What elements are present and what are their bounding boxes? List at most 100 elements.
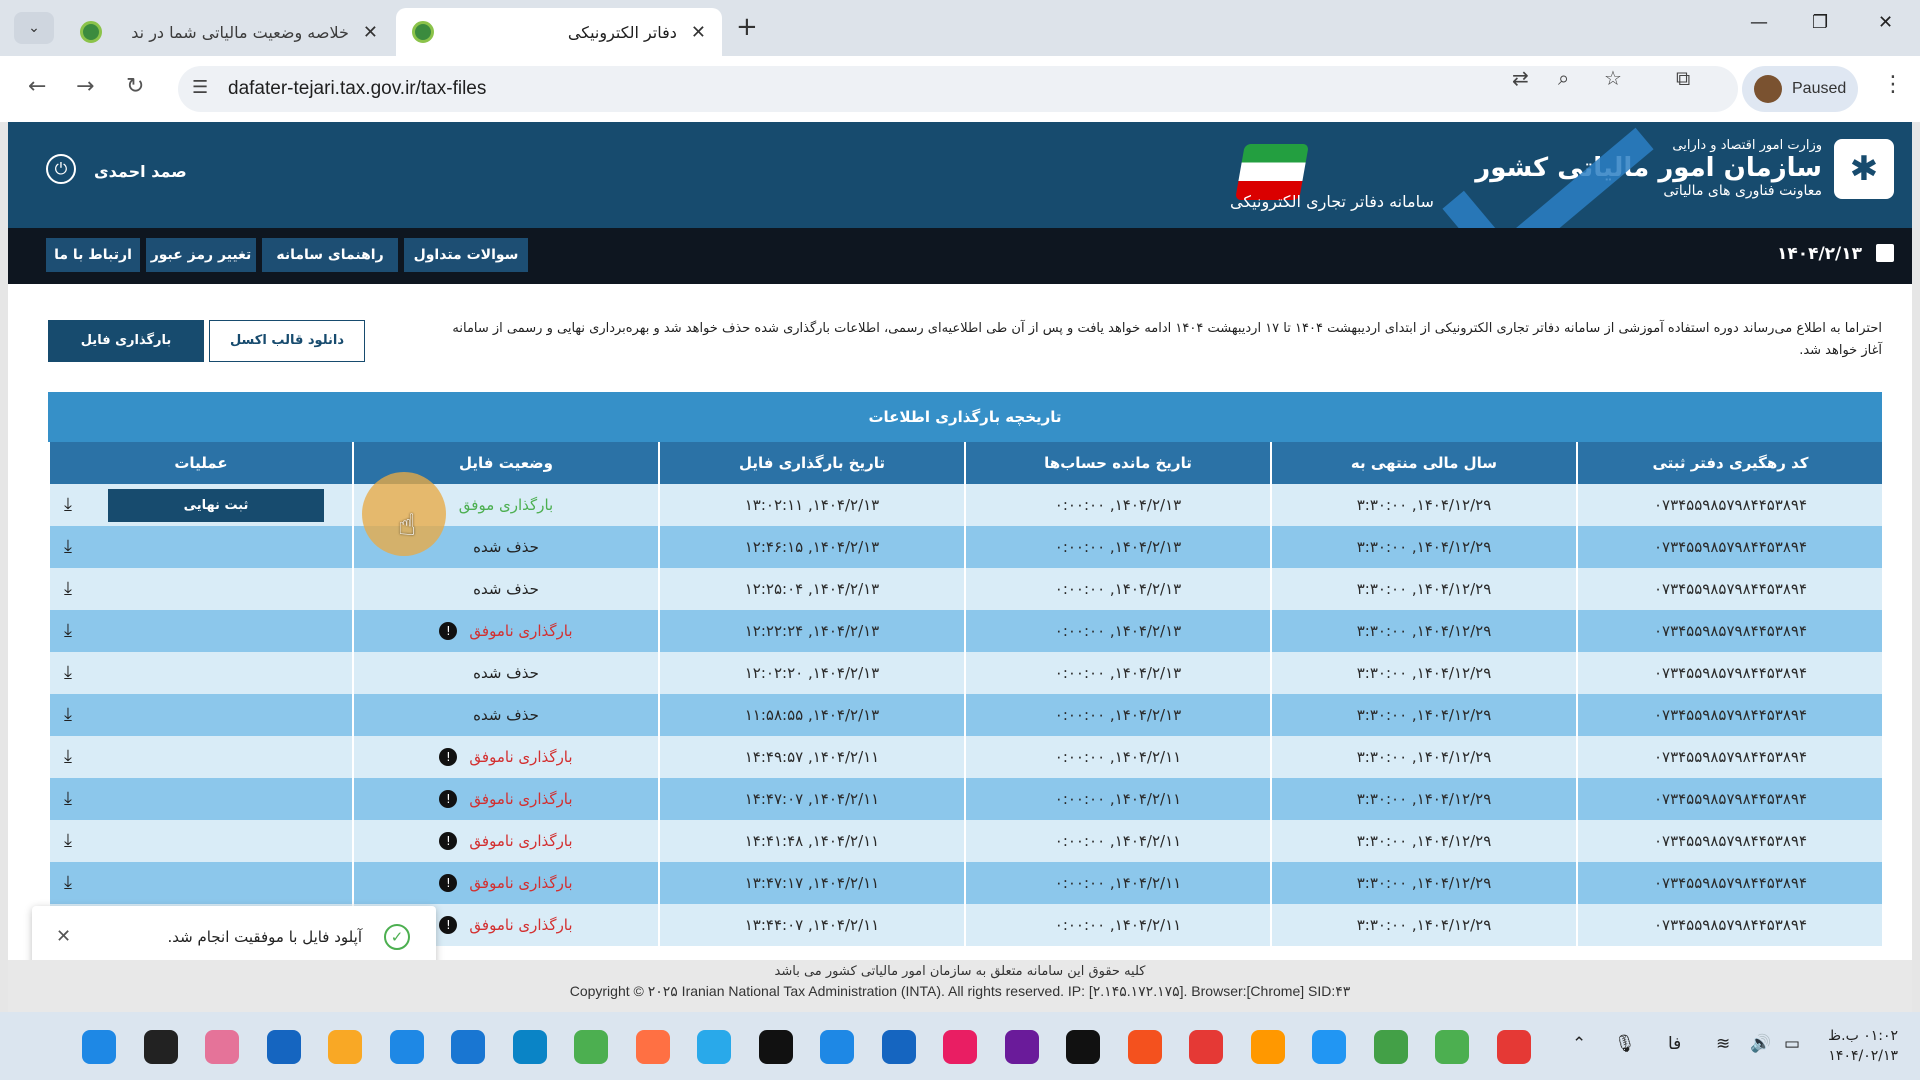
upload-date-cell-text: ۱۴۰۴/۲/۱۱, ۱۴:۴۹:۵۷ xyxy=(744,748,880,766)
microphone-icon[interactable]: 🎙 xyxy=(1614,1034,1636,1054)
nav-contact-us[interactable]: ارتباط با ما xyxy=(46,238,140,272)
taskbar-app-icon[interactable] xyxy=(1004,1030,1039,1064)
upload-file-button[interactable]: بارگذاری فایل xyxy=(48,320,204,362)
browser-tab-electronic-books[interactable]: دفاتر الکترونیکی ✕ xyxy=(396,8,722,56)
taskbar-app-icon[interactable] xyxy=(143,1030,178,1064)
battery-icon[interactable]: ▭ xyxy=(1784,1034,1800,1054)
taskbar-app-icon[interactable] xyxy=(82,1030,116,1064)
close-tab-icon[interactable]: ✕ xyxy=(363,22,378,43)
history-table: کد رهگیری دفتر ثبتی سال مالی منتهی به تا… xyxy=(48,442,1882,946)
file-status-cell-text: بارگذاری ناموفق xyxy=(469,621,573,640)
operations-cell: ⤓ xyxy=(48,568,353,610)
error-info-icon[interactable]: ! xyxy=(439,916,458,935)
taskbar-app-icon[interactable] xyxy=(205,1030,239,1064)
download-icon[interactable]: ⤓ xyxy=(64,830,72,851)
taskbar-app-icon[interactable] xyxy=(881,1030,916,1064)
forward-icon[interactable]: → xyxy=(76,74,94,99)
file-status-cell: بارگذاری ناموفق! xyxy=(352,736,659,778)
tracking-code-cell: ۰۷۳۴۵۵۹۸۵۷۹۸۴۴۵۳۸۹۴ xyxy=(1576,820,1882,862)
translate-icon[interactable]: ⇄ xyxy=(1512,66,1529,90)
profile-button[interactable]: Paused xyxy=(1742,66,1858,112)
restore-icon[interactable]: ❐ xyxy=(1812,12,1828,33)
error-info-icon[interactable]: ! xyxy=(439,832,458,851)
fiscal-year-cell: ۱۴۰۴/۱۲/۲۹, ۳:۳۰:۰۰ xyxy=(1270,610,1577,652)
close-tab-icon[interactable]: ✕ xyxy=(691,22,706,43)
address-bar[interactable]: ☰ dafater-tejari.tax.gov.ir/tax-files xyxy=(178,66,1738,112)
download-icon[interactable]: ⤓ xyxy=(64,536,72,557)
taskbar-app-icon[interactable] xyxy=(328,1030,362,1064)
finalize-button[interactable]: ثبت نهایی xyxy=(108,489,324,522)
volume-icon[interactable]: 🔊 xyxy=(1750,1034,1771,1054)
taskbar-app-icon[interactable] xyxy=(1066,1030,1100,1064)
taskbar-app-icon[interactable] xyxy=(389,1030,424,1064)
table-row: ۰۷۳۴۵۵۹۸۵۷۹۸۴۴۵۳۸۹۴ ۱۴۰۴/۱۲/۲۹, ۳:۳۰:۰۰ ۱۴… xyxy=(48,568,1882,610)
download-icon[interactable]: ⤓ xyxy=(64,662,72,683)
input-language[interactable]: فا xyxy=(1668,1034,1681,1054)
download-icon[interactable]: ⤓ xyxy=(64,578,72,599)
file-status-cell-text: بارگذاری ناموفق xyxy=(469,915,573,934)
fiscal-year-cell: ۱۴۰۴/۱۲/۲۹, ۳:۳۰:۰۰ xyxy=(1270,568,1577,610)
clock-date: ۱۴۰۴/۰۲/۱۳ xyxy=(1828,1048,1898,1064)
taskbar-app-icon[interactable] xyxy=(1250,1030,1285,1064)
download-excel-template-button[interactable]: دانلود قالب اکسل xyxy=(209,320,365,362)
logout-power-icon[interactable]: ⏻ xyxy=(46,154,76,184)
minimize-icon[interactable]: — xyxy=(1750,12,1768,33)
taskbar-app-icon[interactable] xyxy=(266,1030,301,1064)
browser-tab-tax-summary[interactable]: خلاصه وضعیت مالیاتی شما در ند ✕ xyxy=(64,8,394,56)
taskbar-app-icon[interactable] xyxy=(697,1030,731,1064)
taskbar-app-icon[interactable] xyxy=(1496,1030,1531,1064)
taskbar-app-icon[interactable] xyxy=(1127,1030,1162,1064)
file-status-cell: بارگذاری ناموفق! xyxy=(352,820,659,862)
wifi-icon[interactable]: ≋ xyxy=(1716,1034,1730,1054)
nav-faq[interactable]: سوالات متداول xyxy=(404,238,528,272)
browser-toolbar: ← → ↻ ☰ dafater-tejari.tax.gov.ir/tax-fi… xyxy=(0,56,1920,122)
download-icon[interactable]: ⤓ xyxy=(64,872,72,893)
taskbar-app-icon[interactable] xyxy=(451,1030,485,1064)
balance-date-cell-text: ۱۴۰۴/۲/۱۱, ۰:۰۰:۰۰ xyxy=(1054,790,1182,808)
show-hidden-icons-chevron-icon[interactable]: ⌃ xyxy=(1572,1034,1586,1054)
table-row: ۰۷۳۴۵۵۹۸۵۷۹۸۴۴۵۳۸۹۴ ۱۴۰۴/۱۲/۲۹, ۳:۳۰:۰۰ ۱۴… xyxy=(48,652,1882,694)
file-status-cell-text: حذف شده xyxy=(473,580,539,598)
tab-search-button[interactable]: ⌄ xyxy=(14,12,54,44)
taskbar-app-icon[interactable] xyxy=(512,1030,547,1064)
fiscal-year-cell-text: ۱۴۰۴/۱۲/۲۹, ۳:۳۰:۰۰ xyxy=(1356,538,1492,556)
close-window-icon[interactable]: ✕ xyxy=(1878,12,1893,33)
download-icon[interactable]: ⤓ xyxy=(64,746,72,767)
reload-icon[interactable]: ↻ xyxy=(126,74,144,99)
extensions-icon[interactable]: ⧉ xyxy=(1676,66,1690,90)
table-row: ۰۷۳۴۵۵۹۸۵۷۹۸۴۴۵۳۸۹۴ ۱۴۰۴/۱۲/۲۹, ۳:۳۰:۰۰ ۱۴… xyxy=(48,610,1882,652)
taskbar-app-icon[interactable] xyxy=(635,1030,670,1064)
nav-guide[interactable]: راهنمای سامانه xyxy=(262,238,398,272)
close-toast-icon[interactable]: ✕ xyxy=(56,926,71,947)
error-info-icon[interactable]: ! xyxy=(439,748,458,767)
profile-status: Paused xyxy=(1792,80,1847,97)
download-icon[interactable]: ⤓ xyxy=(64,788,72,809)
browser-menu-icon[interactable]: ⋮ xyxy=(1882,72,1904,97)
upload-date-cell: ۱۴۰۴/۲/۱۱, ۱۳:۴۴:۰۷ xyxy=(658,904,965,946)
taskbar-app-icon[interactable] xyxy=(1312,1030,1346,1064)
zoom-icon[interactable]: ⌕ xyxy=(1558,66,1569,90)
error-info-icon[interactable]: ! xyxy=(439,622,458,641)
upload-date-cell: ۱۴۰۴/۲/۱۳, ۱۲:۲۵:۰۴ xyxy=(658,568,965,610)
windows-taskbar: ⌃ 🎙 فا ≋ 🔊 ▭ ۰۱:۰۲ ب.ظ ۱۴۰۴/۰۲/۱۳ xyxy=(0,1012,1920,1080)
taskbar-app-icon[interactable] xyxy=(1435,1030,1469,1064)
taskbar-app-icon[interactable] xyxy=(820,1030,854,1064)
back-icon[interactable]: ← xyxy=(28,74,46,99)
taskbar-app-icon[interactable] xyxy=(574,1030,608,1064)
taskbar-clock[interactable]: ۰۱:۰۲ ب.ظ ۱۴۰۴/۰۲/۱۳ xyxy=(1828,1026,1898,1066)
error-info-icon[interactable]: ! xyxy=(439,874,458,893)
download-icon[interactable]: ⤓ xyxy=(64,704,72,725)
taskbar-app-icon[interactable] xyxy=(1189,1030,1223,1064)
table-row: ۰۷۳۴۵۵۹۸۵۷۹۸۴۴۵۳۸۹۴ ۱۴۰۴/۱۲/۲۹, ۳:۳۰:۰۰ ۱۴… xyxy=(48,694,1882,736)
nav-change-password[interactable]: تغییر رمز عبور xyxy=(146,238,256,272)
site-info-icon[interactable]: ☰ xyxy=(192,77,208,98)
error-info-icon[interactable]: ! xyxy=(439,790,458,809)
taskbar-app-icon[interactable] xyxy=(758,1030,793,1064)
taskbar-app-icon[interactable] xyxy=(1373,1030,1408,1064)
download-icon[interactable]: ⤓ xyxy=(64,620,72,641)
balance-date-cell: ۱۴۰۴/۲/۱۳, ۰:۰۰:۰۰ xyxy=(964,610,1271,652)
download-icon[interactable]: ⤓ xyxy=(64,494,72,515)
new-tab-button[interactable]: + xyxy=(736,12,758,42)
taskbar-app-icon[interactable] xyxy=(943,1030,977,1064)
bookmark-star-icon[interactable]: ☆ xyxy=(1604,66,1622,90)
